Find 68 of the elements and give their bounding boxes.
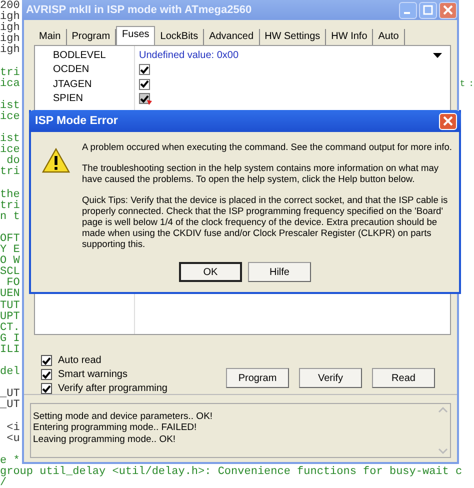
message-text: The troubleshooting section in the help system contains more information on what may have caused the problems. To open the help system, click the Help button below. [82, 163, 440, 185]
code-line: G I [0, 334, 20, 345]
fuse-name: OCDEN [52, 64, 90, 76]
code-line: UPT [0, 312, 20, 323]
code-line: _UT [0, 389, 20, 400]
code-line: tri [0, 200, 20, 212]
code-line: the [0, 190, 20, 201]
close-icon [443, 116, 453, 126]
maximize-icon [423, 5, 433, 15]
option-checkbox[interactable]: Verify after programming [41, 383, 168, 394]
code-line: 200 [0, 1, 20, 12]
dialog-button[interactable]: OK [179, 262, 242, 282]
log-line: Setting mode and device parameters.. OK! [33, 410, 214, 422]
action-button[interactable]: Verify [299, 368, 362, 388]
code-line: tri [0, 68, 20, 79]
code-line: ice [0, 145, 20, 156]
code-line: TUT [0, 300, 20, 312]
code-line: igh [0, 45, 20, 56]
scrollbar[interactable] [436, 404, 450, 457]
code-line: / [0, 478, 7, 488]
code-line: igh [0, 12, 20, 24]
code-line: group util_delay <util/delay.h>: Convenience functions for busy-wait c [0, 466, 462, 478]
close-button[interactable] [439, 2, 457, 18]
code-line: igh [0, 23, 20, 34]
fuse-name: SPIEN [52, 93, 84, 104]
fuse-name: JTAGEN [52, 78, 93, 90]
code-line: FO [6, 278, 20, 290]
warning-mark-icon [147, 100, 152, 105]
code-line: t : [460, 78, 473, 90]
code-line: ist [0, 134, 20, 146]
code-line: <u [6, 434, 20, 445]
dialog-button[interactable]: Hilfe [248, 262, 311, 282]
code-line: tri [0, 167, 20, 178]
code-line: e * [0, 456, 20, 467]
fuse-checkbox[interactable] [139, 64, 150, 76]
code-line: Y E [0, 245, 20, 256]
warning-icon [42, 148, 70, 174]
code-line: OFT [0, 234, 20, 245]
message-text: Quick Tips: Verify that the device is placed in the correct socket, and that the ISP cable is properly connected. Check that the ISP programming frequency specified on the 'Board' page is well below 1/4 of the clock frequency of the device. Extra precaution should be made when using the CKDIV fuse and/or Clock Prescaler Register (CLKPR) on parts supporting this. [82, 195, 449, 250]
action-button[interactable]: Program [226, 368, 289, 388]
action-button[interactable]: Read [372, 368, 435, 388]
dialog-title: ISP Mode Error [35, 115, 118, 127]
log-line: Entering programming mode.. FAILED! [33, 422, 198, 434]
log-line: Leaving programming mode.. OK! [33, 434, 177, 445]
code-line: ice [0, 112, 20, 124]
option-checkbox[interactable]: Auto read [41, 355, 168, 366]
code-line: _UT [0, 400, 20, 412]
window-title: AVRISP mkII in ISP mode with ATmega2560 [26, 4, 252, 16]
code-line: ist [0, 100, 20, 112]
close-icon [443, 5, 453, 15]
fuse-checkbox[interactable] [139, 78, 150, 90]
code-line: UEN [0, 289, 20, 300]
code-line: CT. [0, 322, 20, 334]
dropdown-arrow-icon [433, 52, 442, 58]
code-line: ILI [0, 344, 20, 356]
code-line: <i [6, 422, 20, 434]
tab[interactable]: Fuses [116, 26, 156, 45]
code-line: SCL [0, 267, 20, 278]
code-line: do [6, 156, 20, 168]
code-line: igh [0, 34, 20, 46]
value-dropdown[interactable]: Undefined value: 0x00 [139, 50, 442, 61]
code-line: O W [0, 256, 20, 268]
option-checkbox[interactable]: Smart warnings [41, 369, 168, 380]
fuse-name: BODLEVEL [52, 50, 107, 61]
message-text: A problem occured when executing the command. See the command output for more info. [82, 142, 453, 153]
code-line: del [0, 367, 20, 378]
code-line: n t [0, 212, 20, 223]
code-line: ica [0, 78, 20, 90]
